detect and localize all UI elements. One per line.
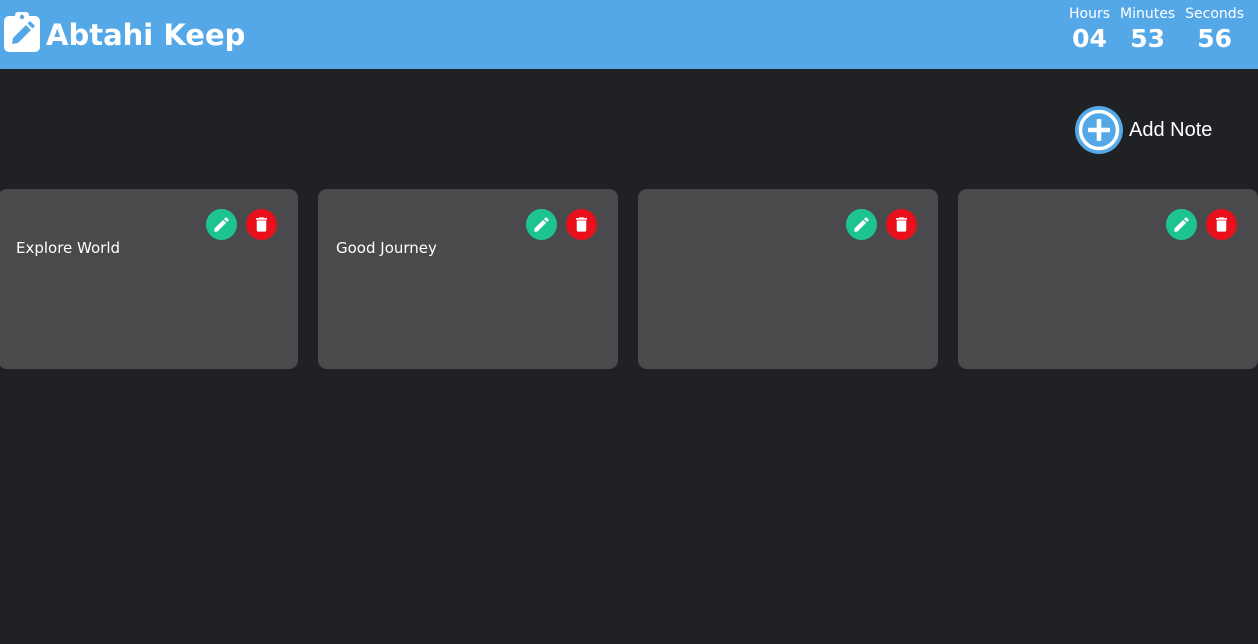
add-note-label: Add Note <box>1129 118 1213 141</box>
note-text: Explore World <box>16 239 121 257</box>
timer-seconds-value: 56 <box>1197 24 1232 53</box>
edit-note-button[interactable] <box>846 209 877 240</box>
add-note-button[interactable]: Add Note <box>1074 105 1212 155</box>
edit-note-button[interactable] <box>206 209 237 240</box>
note-card <box>958 189 1258 369</box>
clipboard-edit-icon <box>4 12 40 52</box>
timer-hours: Hours 04 <box>1069 4 1110 54</box>
note-text: Good Journey <box>336 239 437 257</box>
timer-seconds-label: Seconds <box>1185 6 1244 22</box>
pencil-icon <box>214 217 229 232</box>
plus-circle-icon <box>1075 106 1123 154</box>
timer-seconds: Seconds 56 <box>1185 4 1244 54</box>
app-title: Abtahi Keep <box>46 18 246 52</box>
delete-note-button[interactable] <box>566 209 597 240</box>
pencil-icon <box>854 217 869 232</box>
delete-note-button[interactable] <box>1206 209 1237 240</box>
trash-icon <box>1215 217 1228 232</box>
note-card: Good Journey <box>318 189 618 369</box>
edit-note-button[interactable] <box>526 209 557 240</box>
trash-icon <box>255 217 268 232</box>
delete-note-button[interactable] <box>886 209 917 240</box>
delete-note-button[interactable] <box>246 209 277 240</box>
trash-icon <box>895 217 908 232</box>
timer-minutes-value: 53 <box>1130 24 1165 53</box>
trash-icon <box>575 217 588 232</box>
timer-hours-value: 04 <box>1072 24 1107 53</box>
app-header: Abtahi Keep Hours 04 Minutes 53 Seconds … <box>0 0 1258 69</box>
edit-note-button[interactable] <box>1166 209 1197 240</box>
pencil-icon <box>534 217 549 232</box>
note-card <box>638 189 938 369</box>
countdown-timer: Hours 04 Minutes 53 Seconds 56 <box>1069 4 1244 54</box>
timer-hours-label: Hours <box>1069 6 1111 22</box>
note-card: Explore World <box>0 189 298 369</box>
pencil-icon <box>1174 217 1189 232</box>
timer-minutes-label: Minutes <box>1120 6 1176 22</box>
timer-minutes: Minutes 53 <box>1120 4 1175 54</box>
